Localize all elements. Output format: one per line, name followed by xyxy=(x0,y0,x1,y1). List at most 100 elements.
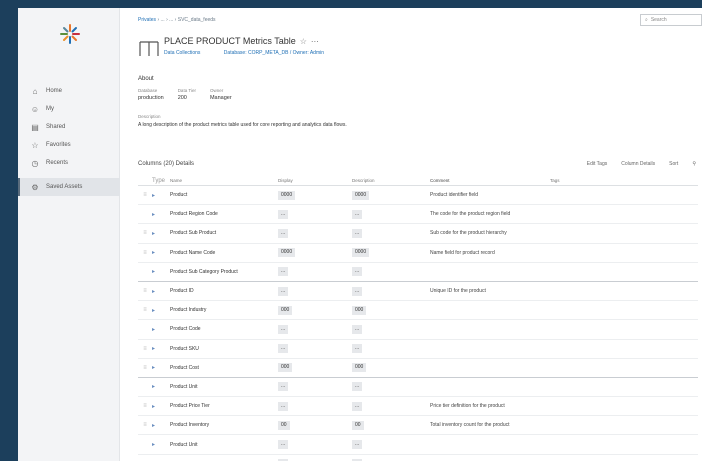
search-input[interactable]: ⌕ Search xyxy=(640,14,702,26)
sidebar-item-label: Recents xyxy=(46,160,69,166)
table-row[interactable]: ▸ Product Sub Category Product...... xyxy=(138,263,698,282)
table-row[interactable]: ≡ ▸ Product SKU...... xyxy=(138,340,698,359)
type-icon: ▸ xyxy=(152,269,156,276)
row-description: ... xyxy=(352,440,430,450)
database-link[interactable]: Database: CORP_META_DB / Owner: Admin xyxy=(224,50,324,56)
type-icon: ▸ xyxy=(152,403,156,410)
data-collections-link[interactable]: Data Collections xyxy=(164,50,200,56)
table-row[interactable]: ≡ ▸ Product ID...... Unique ID for the prod… xyxy=(138,282,698,302)
sidebar-item-shared[interactable]: ▤ Shared xyxy=(18,118,120,136)
drag-handle-icon[interactable]: ≡ xyxy=(138,422,152,428)
description-pill: 00 xyxy=(352,420,364,430)
description-pill: ... xyxy=(352,401,363,411)
column-header-name[interactable]: Name xyxy=(170,178,278,183)
row-comment: Product identifier field xyxy=(430,192,479,199)
drag-handle-icon[interactable]: ≡ xyxy=(138,365,152,371)
favorite-star-icon[interactable]: ☆ xyxy=(300,37,307,46)
row-display: ... xyxy=(278,401,352,411)
column-header-display[interactable]: Display xyxy=(278,178,352,183)
drag-handle-icon[interactable]: ≡ xyxy=(138,192,152,198)
table-row[interactable]: ≡ ▸ Product Industry 000 000 xyxy=(138,301,698,321)
type-icon: ▸ xyxy=(152,346,156,353)
table-row[interactable]: ≡ ▸ Product Sub Product...... Sub code for … xyxy=(138,224,698,244)
sidebar-item-saved-assets[interactable]: ⚙ Saved Assets xyxy=(18,178,120,196)
description-pill: ... xyxy=(352,440,363,450)
sidebar-nav: ⌂ Home ☺ My ▤ Shared ☆ Favorites ◷ Recen… xyxy=(18,82,120,196)
row-name: Product Sub Category Product xyxy=(170,268,238,275)
type-icon: ▸ xyxy=(152,250,156,257)
row-name: Product Unit xyxy=(170,441,198,448)
table-row[interactable]: ▸ Product Code...... xyxy=(138,320,698,340)
home-icon: ⌂ xyxy=(32,86,38,96)
search-icon: ⌕ xyxy=(645,17,648,23)
column-header-comment[interactable]: Comment xyxy=(430,178,550,183)
display-pill: ... xyxy=(278,286,289,296)
display-pill: ... xyxy=(278,440,289,450)
drag-handle-icon[interactable]: ≡ xyxy=(138,250,152,256)
table-row[interactable]: ▸ Product Unit...... xyxy=(138,378,698,398)
table-row[interactable]: ≡ ▸ Product Cost 000 000 xyxy=(138,359,698,378)
description-pill: 000 xyxy=(352,305,367,315)
description-text: A long description of the product metric… xyxy=(138,122,347,128)
search-placeholder: Search xyxy=(650,17,667,23)
row-comment: Price tier definition for the product xyxy=(430,403,505,410)
display-pill: ... xyxy=(278,209,289,219)
table-row[interactable]: ▸ Product Unit...... xyxy=(138,435,698,455)
row-description: 0000 xyxy=(352,190,430,200)
about-field-label: Database xyxy=(138,88,158,93)
about-fields: Database production Data Tier 200 Owner … xyxy=(138,88,232,101)
sidebar-item-label: Favorites xyxy=(46,142,71,148)
display-pill: ... xyxy=(278,401,289,411)
drag-handle-icon[interactable]: ≡ xyxy=(138,288,152,294)
table-row[interactable]: ▸ Product Region Code...... The code for t… xyxy=(138,205,698,225)
drag-handle-icon[interactable]: ≡ xyxy=(138,346,152,352)
column-header-type[interactable]: Type xyxy=(152,178,170,184)
sort-button[interactable]: Sort xyxy=(669,161,678,167)
row-display: 00 xyxy=(278,420,352,430)
type-icon: ▸ xyxy=(152,442,156,449)
column-header-description[interactable]: Description xyxy=(352,178,430,183)
table-row[interactable]: ≡ ▸ Product Price Tier...... Price tier def… xyxy=(138,397,698,417)
table-row[interactable]: ≡▸Product Price Data...... xyxy=(138,455,698,461)
breadcrumb-link[interactable]: Privates xyxy=(138,17,156,23)
row-name: Product Price Tier xyxy=(170,403,210,410)
row-display: ... xyxy=(278,344,352,354)
description-pill: ... xyxy=(352,267,363,277)
about-title: About xyxy=(138,76,154,82)
clock-icon: ◷ xyxy=(31,158,39,168)
row-description: ... xyxy=(352,267,430,277)
description-pill: 0000 xyxy=(352,248,370,258)
sidebar-item-my[interactable]: ☺ My xyxy=(18,100,120,118)
description-pill: 000 xyxy=(352,363,367,373)
drag-handle-icon[interactable]: ≡ xyxy=(138,230,152,236)
display-pill: 0000 xyxy=(278,190,296,200)
logo-icon xyxy=(60,24,80,44)
table-row[interactable]: ≡ ▸ Product 0000 0000 Product identifier fiel… xyxy=(138,186,698,206)
edit-tags-button[interactable]: Edit Tags xyxy=(587,161,607,167)
row-description: ... xyxy=(352,401,430,411)
breadcrumb: Privates › ... › ... › SVC_data_feeds xyxy=(138,17,216,23)
description-label: Description xyxy=(138,114,161,119)
row-display: ... xyxy=(278,324,352,334)
sidebar-item-label: Shared xyxy=(46,124,66,130)
column-header-tags[interactable]: Tags xyxy=(550,178,610,183)
row-description: ... xyxy=(352,382,430,392)
description-pill: ... xyxy=(352,228,363,238)
sidebar-item-recents[interactable]: ◷ Recents xyxy=(18,154,120,172)
row-description: ... xyxy=(352,286,430,296)
about-field: Owner Manager xyxy=(210,88,232,101)
sidebar-item-home[interactable]: ⌂ Home xyxy=(18,82,120,100)
drag-handle-icon[interactable]: ≡ xyxy=(138,307,152,313)
drag-handle-icon[interactable]: ≡ xyxy=(138,403,152,409)
sidebar-item-favorites[interactable]: ☆ Favorites xyxy=(18,136,120,154)
filter-icon[interactable]: ⚲ xyxy=(692,161,696,167)
table-row[interactable]: ≡ ▸ Product Inventory 00 00 Total inventory c… xyxy=(138,416,698,436)
app-frame: ⌂ Home ☺ My ▤ Shared ☆ Favorites ◷ Recen… xyxy=(18,8,702,461)
column-details-button[interactable]: Column Details xyxy=(621,161,655,167)
row-display: 000 xyxy=(278,305,352,315)
row-display: ... xyxy=(278,286,352,296)
type-icon: ▸ xyxy=(152,384,156,391)
row-description: ... xyxy=(352,344,430,354)
table-row[interactable]: ≡ ▸ Product Name Code 0000 0000 Name field fo… xyxy=(138,244,698,263)
more-icon[interactable]: ⋯ xyxy=(311,37,319,46)
